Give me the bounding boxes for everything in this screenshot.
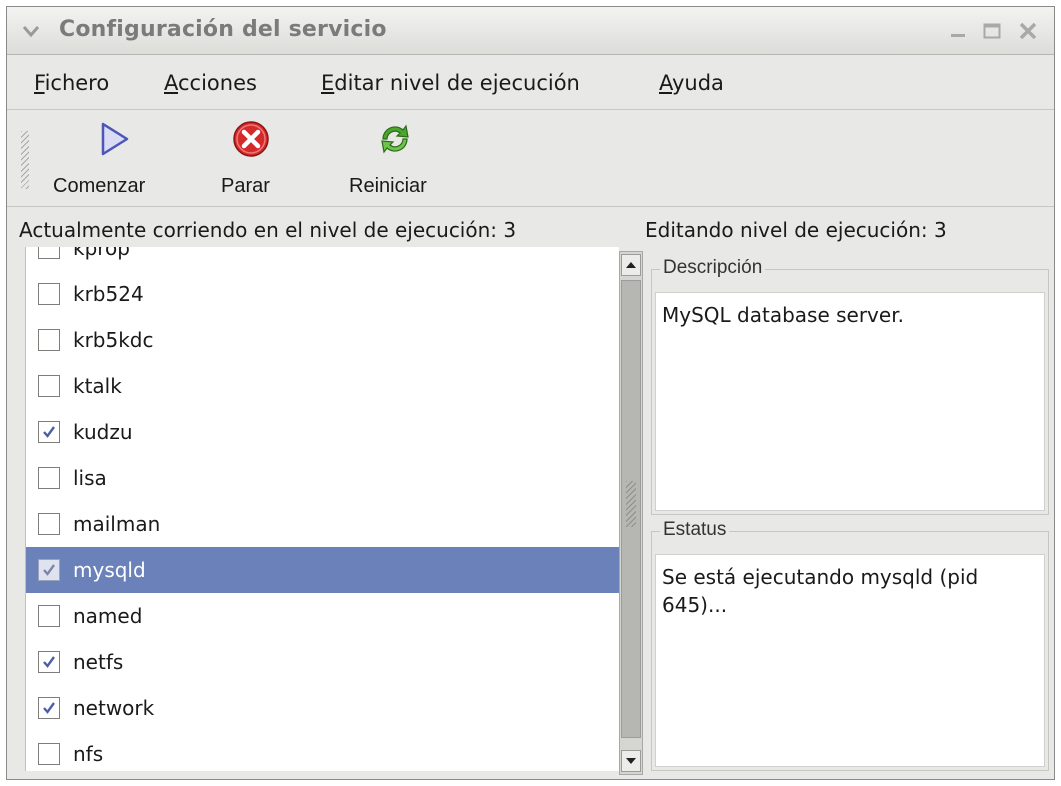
scroll-thumb[interactable] [621, 280, 641, 738]
service-name: mysqld [73, 558, 146, 582]
service-name: krb524 [73, 282, 144, 306]
scroll-thumb-grip [626, 481, 636, 527]
checkmark-icon [43, 426, 55, 438]
checkmark-icon [43, 702, 55, 714]
service-row[interactable]: ktalk [26, 363, 619, 409]
close-icon[interactable] [1017, 20, 1039, 42]
service-checkbox[interactable] [38, 247, 60, 259]
menu-acciones-mnemonic: A [164, 71, 178, 95]
service-name: netfs [73, 650, 124, 674]
service-row[interactable]: krb5kdc [26, 317, 619, 363]
service-checkbox[interactable] [38, 375, 60, 397]
current-runlevel-text: Actualmente corriendo en el nivel de eje… [19, 218, 517, 242]
maximize-icon[interactable] [981, 20, 1003, 42]
service-row[interactable]: named [26, 593, 619, 639]
window-title: Configuración del servicio [59, 17, 387, 42]
service-row[interactable]: netfs [26, 639, 619, 685]
service-checkbox[interactable] [38, 697, 60, 719]
service-checkbox[interactable] [38, 421, 60, 443]
status-panel: Estatus Se está ejecutando mysqld (pid 6… [651, 519, 1049, 771]
title-bar[interactable]: Configuración del servicio [7, 7, 1054, 55]
menu-ayuda-label: yuda [671, 71, 724, 95]
service-row[interactable]: lisa [26, 455, 619, 501]
service-checkbox[interactable] [38, 743, 60, 765]
description-legend: Descripción [660, 257, 766, 279]
status-legend: Estatus [660, 519, 730, 541]
service-list-scrollbar[interactable] [619, 251, 643, 775]
service-checkbox[interactable] [38, 467, 60, 489]
toolbar: Comenzar Parar Reiniciar [7, 111, 1054, 207]
service-checkbox[interactable] [38, 283, 60, 305]
service-checkbox[interactable] [38, 651, 60, 673]
scroll-down-button[interactable] [621, 750, 641, 772]
start-button-label: Comenzar [53, 175, 146, 197]
menu-acciones[interactable]: Acciones [164, 71, 257, 95]
stop-icon [233, 121, 269, 157]
menu-bar: Fichero Acciones Editar nivel de ejecuci… [7, 56, 1054, 110]
restart-button-label: Reiniciar [349, 175, 427, 197]
menu-acciones-label: cciones [178, 71, 257, 95]
menu-ayuda[interactable]: Ayuda [659, 71, 724, 95]
service-name: mailman [73, 512, 161, 536]
service-name: ktalk [73, 374, 122, 398]
stop-button-label: Parar [221, 175, 270, 197]
menu-fichero-label: ichero [44, 71, 110, 95]
service-name: lisa [73, 466, 107, 490]
service-checkbox[interactable] [38, 559, 60, 581]
menu-editar-nivel-label: ditar nivel de ejecución [334, 71, 580, 95]
service-row[interactable]: nfs [26, 731, 619, 771]
arrow-down-icon [626, 758, 636, 764]
runlevel-row: Actualmente corriendo en el nivel de eje… [7, 208, 1054, 248]
service-row[interactable]: kudzu [26, 409, 619, 455]
menu-fichero[interactable]: Fichero [34, 71, 109, 95]
window-menu-icon[interactable] [21, 21, 41, 41]
description-panel: Descripción MySQL database server. [651, 257, 1049, 515]
service-row[interactable]: mailman [26, 501, 619, 547]
minimize-icon[interactable] [947, 20, 969, 42]
menu-ayuda-mnemonic: A [659, 71, 672, 95]
description-text: MySQL database server. [655, 292, 1045, 511]
service-row[interactable]: network [26, 685, 619, 731]
service-row[interactable]: kprop [26, 247, 619, 271]
service-configuration-window: Configuración del servicio Fichero Accio… [6, 6, 1055, 780]
play-icon [101, 122, 129, 156]
service-list-rows: kprop krb524 krb5kdc ktalk kudzu lisa mailman m… [26, 247, 619, 771]
checkmark-icon [43, 564, 55, 576]
toolbar-grip[interactable] [21, 131, 29, 189]
service-name: nfs [73, 742, 104, 766]
service-list[interactable]: kprop krb524 krb5kdc ktalk kudzu lisa mailman m… [25, 247, 619, 771]
service-row[interactable]: krb524 [26, 271, 619, 317]
menu-fichero-mnemonic: F [34, 71, 45, 95]
service-checkbox[interactable] [38, 605, 60, 627]
checkmark-icon [43, 656, 55, 668]
service-name: krb5kdc [73, 328, 154, 352]
restart-icon [381, 124, 409, 154]
service-name: named [73, 604, 143, 628]
stop-button[interactable]: Parar [217, 111, 307, 207]
service-name: kprop [73, 247, 130, 260]
arrow-up-icon [626, 262, 636, 268]
status-text: Se está ejecutando mysqld (pid 645)... [655, 554, 1045, 767]
service-checkbox[interactable] [38, 513, 60, 535]
editing-runlevel-text: Editando nivel de ejecución: 3 [645, 218, 947, 242]
menu-editar-nivel[interactable]: Editar nivel de ejecución [321, 71, 580, 95]
service-name: kudzu [73, 420, 133, 444]
scroll-up-button[interactable] [621, 254, 641, 276]
restart-button[interactable]: Reiniciar [341, 111, 471, 207]
service-row[interactable]: mysqld [26, 547, 619, 593]
service-checkbox[interactable] [38, 329, 60, 351]
menu-editar-nivel-mnemonic: E [321, 71, 335, 95]
start-button[interactable]: Comenzar [43, 111, 193, 207]
service-name: network [73, 696, 155, 720]
